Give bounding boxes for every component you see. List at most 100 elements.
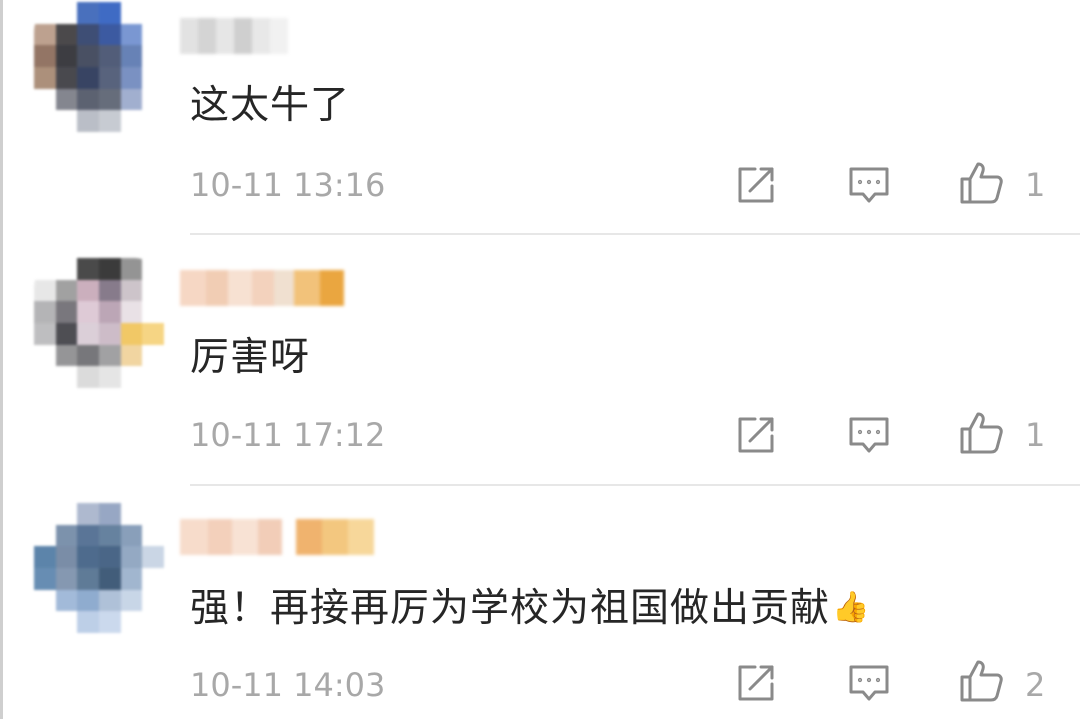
comment-body: 厉害呀 — [190, 335, 311, 380]
avatar[interactable] — [34, 2, 164, 132]
avatar-pixel — [98, 301, 121, 323]
avatar-pixel — [98, 503, 121, 525]
avatar-pixel — [55, 366, 78, 388]
avatar-pixel — [120, 88, 143, 111]
username[interactable] — [180, 270, 344, 306]
reply-button[interactable] — [846, 162, 892, 208]
like-button[interactable] — [958, 410, 1004, 456]
avatar-pixel — [120, 366, 143, 388]
avatar-pixel — [55, 611, 78, 633]
avatar-pixel — [120, 279, 143, 302]
username-pixel — [180, 18, 198, 54]
avatar-pixel — [34, 301, 56, 323]
username[interactable] — [180, 18, 288, 54]
avatar-pixel — [34, 110, 56, 132]
reply-button[interactable] — [846, 660, 892, 706]
avatar-pixel — [142, 611, 164, 633]
like-count: 2 — [1025, 666, 1046, 704]
share-button[interactable] — [733, 412, 779, 458]
share-icon — [735, 662, 777, 704]
thumbs-up-icon — [958, 160, 1004, 206]
comment-text: 强！再接再厉为学校为祖国做出贡献👍 — [190, 584, 870, 633]
avatar-pixel — [55, 322, 78, 345]
avatar-pixel — [98, 546, 121, 568]
username[interactable] — [180, 519, 374, 555]
avatar[interactable] — [34, 258, 164, 388]
avatar-pixel — [98, 611, 121, 633]
avatar-pixel — [34, 322, 56, 345]
avatar-pixel — [55, 2, 78, 24]
share-button[interactable] — [733, 162, 779, 208]
avatar-pixel — [77, 546, 99, 568]
avatar-pixel — [55, 301, 78, 323]
like-count: 1 — [1025, 416, 1046, 454]
avatar-pixel — [98, 524, 121, 547]
avatar-pixel — [142, 344, 164, 367]
username-pixel — [180, 270, 206, 306]
avatar-pixel — [55, 66, 78, 89]
avatar-pixel — [55, 503, 78, 525]
avatar-pixel — [34, 2, 56, 24]
avatar-pixel — [55, 567, 78, 590]
avatar-pixel — [77, 589, 99, 612]
avatar-pixel — [34, 567, 56, 590]
avatar-pixel — [55, 589, 78, 612]
avatar-pixel — [55, 344, 78, 367]
avatar-pixel — [98, 23, 121, 46]
username-pixel — [258, 519, 282, 555]
share-button[interactable] — [733, 660, 779, 706]
avatar-pixel — [120, 503, 143, 525]
avatar-pixel — [120, 301, 143, 323]
avatar-pixel — [142, 2, 164, 24]
avatar-pixel — [120, 258, 143, 280]
screen-edge — [0, 0, 3, 719]
avatar-pixel — [98, 279, 121, 302]
avatar-pixel — [55, 279, 78, 302]
comment-icon — [847, 164, 891, 206]
reply-button[interactable] — [846, 412, 892, 458]
comment-timestamp: 10-11 14:03 — [190, 666, 386, 704]
avatar-pixel — [77, 45, 99, 67]
avatar-pixel — [55, 258, 78, 280]
avatar-pixel — [142, 546, 164, 568]
avatar-pixel — [77, 611, 99, 633]
avatar-pixel — [98, 322, 121, 345]
avatar-pixel — [142, 322, 164, 345]
avatar-pixel — [98, 45, 121, 67]
like-button[interactable] — [958, 658, 1004, 704]
avatar-pixel — [142, 23, 164, 46]
avatar-pixel — [77, 567, 99, 590]
avatar-pixel — [98, 567, 121, 590]
avatar-pixel — [120, 45, 143, 67]
avatar-pixel — [34, 279, 56, 302]
avatar-pixel — [120, 344, 143, 367]
avatar-pixel — [77, 524, 99, 547]
avatar-pixel — [77, 279, 99, 302]
avatar-pixel — [98, 2, 121, 24]
username-pixel — [348, 519, 374, 555]
like-button[interactable] — [958, 160, 1004, 206]
username-pixel — [228, 270, 252, 306]
comment-text: 这太牛了 — [190, 82, 350, 130]
avatar[interactable] — [34, 503, 164, 633]
avatar-pixel — [120, 611, 143, 633]
username-pixel — [282, 519, 296, 555]
avatar-pixel — [77, 366, 99, 388]
avatar-pixel — [120, 589, 143, 612]
avatar-pixel — [77, 322, 99, 345]
username-pixel — [252, 270, 274, 306]
avatar-pixel — [77, 88, 99, 111]
avatar-pixel — [34, 589, 56, 612]
thumbs-up-icon — [958, 658, 1004, 704]
avatar-pixel — [77, 110, 99, 132]
like-count: 1 — [1025, 166, 1046, 204]
avatar-pixel — [142, 66, 164, 89]
avatar-pixel — [34, 45, 56, 67]
avatar-pixel — [120, 524, 143, 547]
avatar-pixel — [34, 88, 56, 111]
username-pixel — [296, 519, 322, 555]
avatar-pixel — [77, 344, 99, 367]
divider — [190, 484, 1080, 486]
username-pixel — [232, 519, 258, 555]
avatar-pixel — [98, 258, 121, 280]
